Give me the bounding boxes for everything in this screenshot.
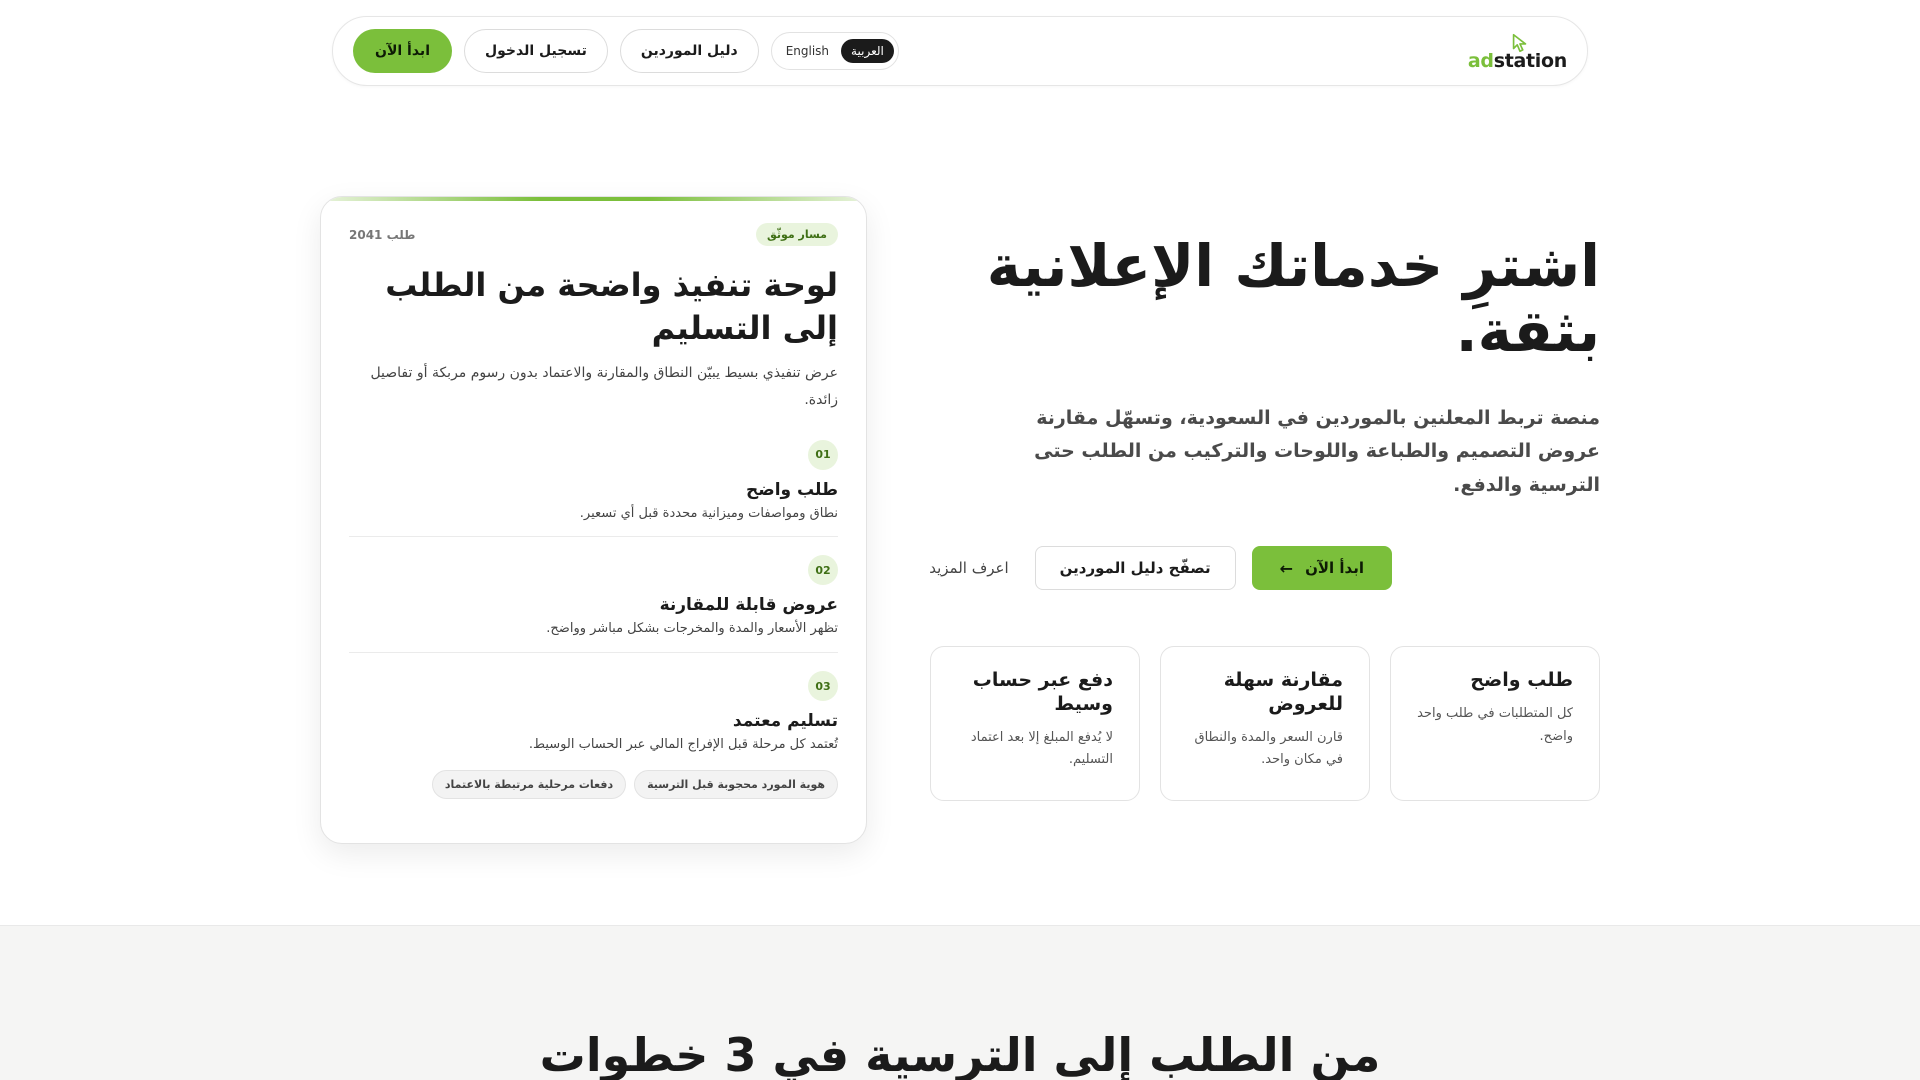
feature-card: دفع عبر حساب وسيط لا يُدفع المبلغ إلا بع… <box>930 646 1140 801</box>
header-actions: ابدأ الآن تسجيل الدخول دليل الموردين Eng… <box>353 29 899 73</box>
panel-title: لوحة تنفيذ واضحة من الطلب إلى التسليم <box>385 266 838 348</box>
hero-start-button[interactable]: ابدأ الآن ← <box>1251 546 1392 590</box>
step-number: 02 <box>808 555 838 586</box>
step-text: نطاق ومواصفات وميزانية محددة قبل أي تسعي… <box>579 505 838 521</box>
lang-option-english[interactable]: English <box>776 39 839 63</box>
step-item: 02 عروض قابلة للمقارنة تظهر الأسعار والم… <box>349 555 838 654</box>
login-button[interactable]: تسجيل الدخول <box>464 29 608 73</box>
feature-card-title: دفع عبر حساب وسيط <box>972 669 1113 715</box>
tag-chip: دفعات مرحلية مرتبطة بالاعتماد <box>431 769 627 799</box>
adstation-logo[interactable]: adstation <box>1468 32 1567 71</box>
panel-accent-bar <box>321 197 866 201</box>
supplier-directory-button[interactable]: دليل الموردين <box>619 29 759 73</box>
step-number: 03 <box>808 671 838 702</box>
execution-panel-card: مسار موثّق طلب 2041 لوحة تنفيذ واضحة من … <box>320 196 867 844</box>
learn-more-link[interactable]: اعرف المزيد <box>919 559 1018 577</box>
step-title: طلب واضح <box>746 479 838 500</box>
feature-card-text: كل المتطلبات في طلب واحد واضح. <box>1417 705 1573 744</box>
step-text: تظهر الأسعار والمدة والمخرجات بشكل مباشر… <box>546 621 838 637</box>
feature-cards: طلب واضح كل المتطلبات في طلب واحد واضح. … <box>930 646 1600 801</box>
feature-card: طلب واضح كل المتطلبات في طلب واحد واضح. <box>1390 646 1600 801</box>
hero-title: اشترِ خدماتك الإعلانية بثقة. <box>986 232 1600 365</box>
step-title: عروض قابلة للمقارنة <box>659 595 838 616</box>
top-navbar: adstation ابدأ الآن تسجيل الدخول دليل ال… <box>332 16 1588 86</box>
feature-card-text: قارن السعر والمدة والنطاق في مكان واحد. <box>1194 729 1344 768</box>
feature-card: مقارنة سهلة للعروض قارن السعر والمدة وال… <box>1160 646 1370 801</box>
language-switcher: English العربية <box>770 32 899 70</box>
hero-cta-row: ابدأ الآن ← تصفّح دليل الموردين اعرف الم… <box>919 546 1392 590</box>
lang-option-arabic[interactable]: العربية <box>841 39 894 63</box>
step-item: 03 تسليم معتمد تُعتمد كل مرحلة قبل الإفر… <box>349 671 838 756</box>
panel-description: عرض تنفيذي بسيط يبيّن النطاق والمقارنة و… <box>370 365 838 408</box>
logo-wordmark: adstation <box>1467 49 1567 72</box>
step-item: 01 طلب واضح نطاق ومواصفات وميزانية محددة… <box>349 439 838 538</box>
hero-start-label: ابدأ الآن <box>1305 559 1364 577</box>
tag-chip: هوية المورد محجوبة قبل الترسية <box>634 769 838 799</box>
step-number: 01 <box>808 439 838 470</box>
browse-directory-button[interactable]: تصفّح دليل الموردين <box>1034 546 1236 590</box>
panel-tags: هوية المورد محجوبة قبل الترسية دفعات مرح… <box>349 769 838 799</box>
section-title: من الطلب إلى الترسية في 3 خطوات <box>539 1028 1381 1080</box>
header-start-button[interactable]: ابدأ الآن <box>353 29 452 73</box>
hero-description: منصة تربط المعلنين بالموردين في السعودية… <box>1034 407 1600 496</box>
order-number: طلب 2041 <box>349 227 416 242</box>
steps-list: 01 طلب واضح نطاق ومواصفات وميزانية محددة… <box>349 439 838 756</box>
feature-card-title: طلب واضح <box>1470 669 1573 691</box>
arrow-left-icon: ← <box>1279 558 1294 578</box>
step-text: تُعتمد كل مرحلة قبل الإفراج المالي عبر ا… <box>528 737 838 753</box>
feature-card-title: مقارنة سهلة للعروض <box>1223 669 1343 715</box>
verified-track-badge: مسار موثّق <box>755 223 838 246</box>
how-it-works-section: من الطلب إلى الترسية في 3 خطوات <box>0 925 1920 1080</box>
feature-card-text: لا يُدفع المبلغ إلا بعد اعتماد التسليم. <box>970 729 1113 768</box>
step-title: تسليم معتمد <box>732 711 838 732</box>
